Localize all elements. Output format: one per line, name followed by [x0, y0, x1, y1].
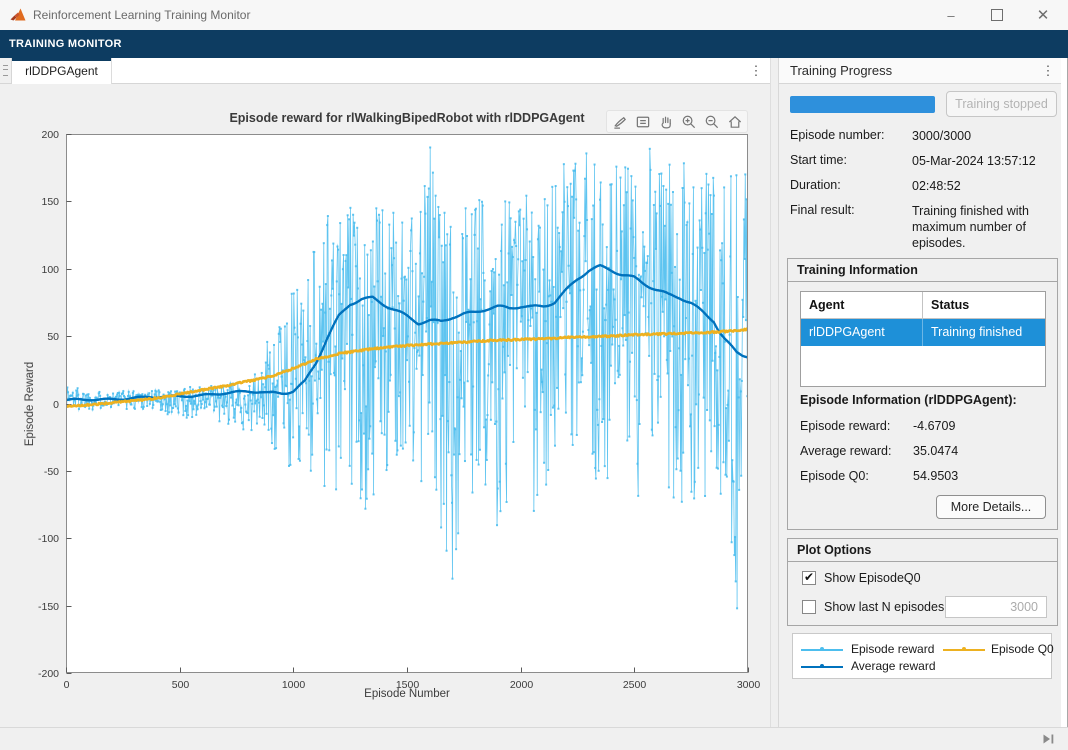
final-result-value: Training finished with maximum number of…: [912, 203, 1052, 251]
episode-number-label: Episode number:: [790, 128, 885, 142]
episode-number-value: 3000/3000: [912, 128, 1052, 144]
agent-cell: rlDDPGAgent: [801, 319, 923, 346]
training-progress-bar: [790, 96, 935, 113]
collapse-panel-right-icon[interactable]: [1040, 731, 1056, 747]
minimize-icon[interactable]: –: [928, 0, 974, 30]
axes-toolbar: [606, 110, 748, 133]
status-bar: [0, 727, 1068, 750]
show-last-n-label: Show last N episodes: [824, 600, 944, 614]
duration-value: 02:48:52: [912, 178, 1052, 194]
panel-splitter[interactable]: [770, 58, 779, 727]
window-title: Reinforcement Learning Training Monitor: [33, 0, 250, 30]
grip-lines-icon: [3, 65, 8, 76]
start-time-label: Start time:: [790, 153, 847, 167]
training-progress-menu-icon[interactable]: ⋮: [1039, 60, 1057, 82]
chart-legend: Episode reward Episode Q0 Average reward: [792, 633, 1052, 679]
table-row[interactable]: rlDDPGAgent Training finished: [801, 319, 1045, 346]
show-episodeq0-row: ✔ Show EpisodeQ0: [802, 571, 921, 585]
final-result-label: Final result:: [790, 203, 855, 217]
data-tips-icon[interactable]: [633, 112, 652, 131]
window-title-bar: Reinforcement Learning Training Monitor …: [0, 0, 1068, 31]
table-header-row: Agent Status: [801, 292, 1045, 319]
episode-reward-legend-label: Episode reward: [851, 642, 934, 656]
panel-title: Training Progress: [779, 58, 1061, 83]
agent-column-header: Agent: [801, 292, 923, 318]
agent-status-table: Agent Status rlDDPGAgent Training finish…: [800, 291, 1046, 387]
y-axis-label: Episode Reward: [24, 362, 36, 446]
show-last-n-checkbox[interactable]: ✔: [802, 600, 816, 614]
episode-reward-label: Episode reward:: [800, 419, 890, 433]
training-information-title: Training Information: [788, 259, 1057, 282]
episode-reward-legend-marker: [820, 647, 824, 651]
tab-rlddpgagent[interactable]: rlDDPGAgent: [12, 58, 112, 84]
tab-bar-grip[interactable]: [0, 58, 12, 83]
x-axis-label: Episode Number: [66, 688, 748, 700]
plot-options-title: Plot Options: [788, 539, 1057, 562]
average-reward-legend-marker: [820, 664, 824, 668]
plot-options-group: Plot Options ✔ Show EpisodeQ0 ✔ Show las…: [787, 538, 1058, 626]
document-tab-bar: rlDDPGAgent ⋮: [0, 58, 770, 84]
restore-view-icon[interactable]: [725, 112, 744, 131]
check-icon: ✔: [804, 571, 814, 583]
average-reward-legend-label: Average reward: [851, 659, 936, 673]
n-episodes-input[interactable]: [945, 596, 1047, 618]
show-episodeq0-checkbox[interactable]: ✔: [802, 571, 816, 585]
active-tab-stripe: [12, 58, 111, 61]
zoom-in-icon[interactable]: [679, 112, 698, 131]
episode-q0-legend-marker: [962, 647, 966, 651]
training-stopped-button[interactable]: Training stopped: [946, 91, 1057, 117]
episode-q0-legend-label: Episode Q0: [991, 642, 1054, 656]
maximize-icon[interactable]: [974, 0, 1020, 30]
status-column-header: Status: [923, 292, 1045, 318]
show-episodeq0-label: Show EpisodeQ0: [824, 571, 921, 585]
training-progress-panel: Training Progress ⋮ Training stopped Epi…: [779, 58, 1061, 727]
export-icon[interactable]: [610, 112, 629, 131]
episode-q0-label: Episode Q0:: [800, 469, 869, 483]
average-reward-label: Average reward:: [800, 444, 892, 458]
matlab-logo-icon: [10, 7, 26, 23]
progress-fill: [790, 96, 935, 113]
more-details-button[interactable]: More Details...: [936, 495, 1046, 519]
duration-label: Duration:: [790, 178, 841, 192]
show-last-n-row: ✔ Show last N episodes: [802, 600, 944, 614]
reward-figure-panel: Episode reward for rlWalkingBipedRobot w…: [0, 84, 770, 727]
episode-reward-value: -4.6709: [913, 419, 955, 433]
training-progress-header: Training Progress ⋮: [779, 58, 1061, 84]
start-time-value: 05-Mar-2024 13:57:12: [912, 153, 1052, 169]
tab-training-monitor[interactable]: TRAINING MONITOR: [0, 30, 1068, 58]
episode-information-title: Episode Information (rlDDPGAgent):: [800, 393, 1017, 407]
status-cell: Training finished: [923, 319, 1045, 346]
episode-q0-value: 54.9503: [913, 469, 958, 483]
chart-panel-menu-icon[interactable]: ⋮: [747, 60, 765, 82]
pan-icon[interactable]: [656, 112, 675, 131]
training-information-group: Training Information Agent Status rlDDPG…: [787, 258, 1058, 530]
toolstrip-ribbon: TRAINING MONITOR: [0, 30, 1068, 58]
average-reward-value: 35.0474: [913, 444, 958, 458]
close-icon[interactable]: ✕: [1020, 0, 1066, 30]
zoom-out-icon[interactable]: [702, 112, 721, 131]
reward-chart-canvas[interactable]: [0, 84, 770, 727]
